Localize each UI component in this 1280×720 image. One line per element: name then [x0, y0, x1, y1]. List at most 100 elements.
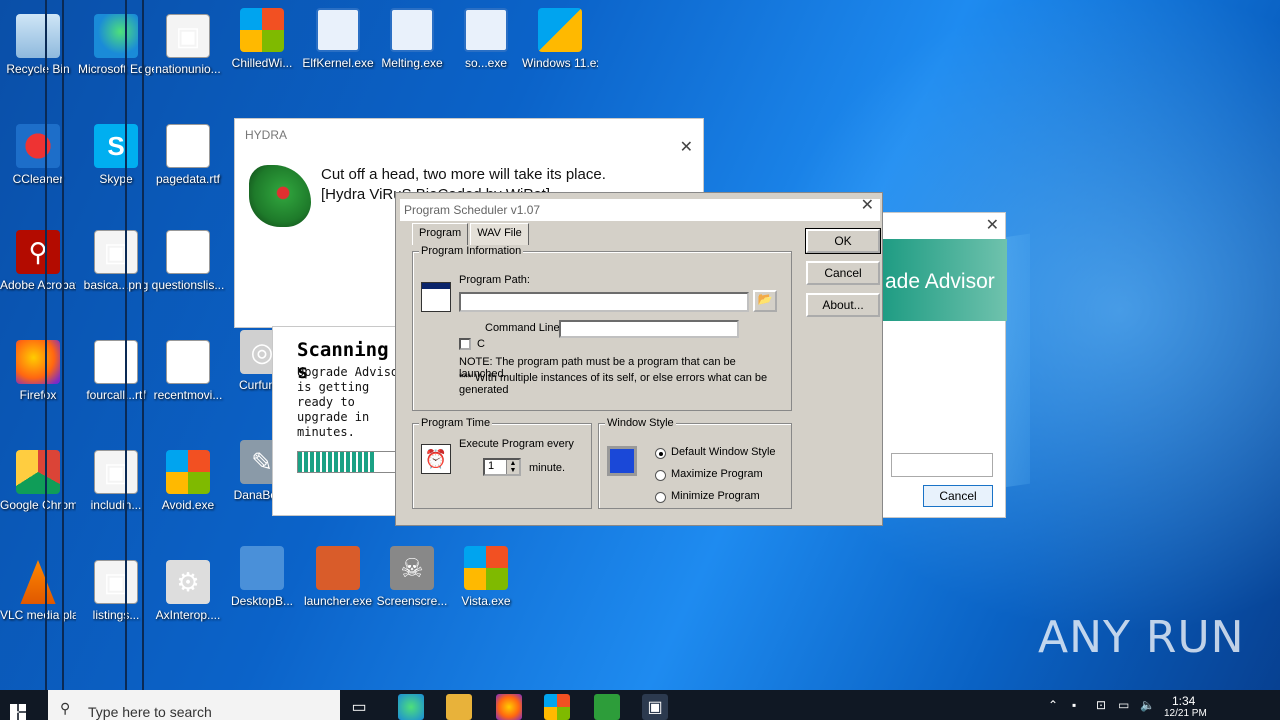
desktop-icon[interactable]: Vista.exe — [448, 546, 524, 608]
display-icon[interactable]: ▭ — [1118, 698, 1129, 712]
desktop-icon[interactable]: Avoid.exe — [150, 450, 226, 512]
tab-wav-file[interactable]: WAV File — [470, 223, 529, 245]
scheduler-taskbar-icon[interactable]: ▣ — [642, 694, 668, 720]
chrome-icon — [16, 450, 60, 494]
desktop-icon[interactable]: ⚲ Adobe Acrobat — [0, 230, 76, 292]
program-path-input[interactable] — [459, 292, 749, 312]
skype-icon: S — [94, 124, 138, 168]
desktop-icon-label: recentmovi... — [153, 388, 223, 402]
hydra-taskbar-icon[interactable] — [594, 694, 620, 720]
folder-icon — [240, 546, 284, 590]
desktop-icon-label: CCleaner — [12, 172, 64, 186]
group-label: Program Information — [419, 245, 524, 257]
desktop-icon[interactable]: Wrecentmovi... — [150, 340, 226, 402]
app-taskbar-icon[interactable] — [544, 694, 570, 720]
desktop-icon-label: so...exe — [464, 56, 508, 70]
close-icon[interactable]: ✕ — [861, 195, 874, 215]
desktop-icon[interactable]: Windows 11.exe — [522, 8, 598, 70]
desktop-icon-label: Screenscre... — [376, 594, 448, 608]
radio-default-window[interactable] — [655, 448, 666, 459]
spinner-arrows-icon[interactable]: ▲ ▼ — [506, 460, 519, 474]
search-icon: ⚲ — [60, 700, 71, 716]
file-explorer-icon[interactable] — [446, 694, 472, 720]
start-windows-icon[interactable] — [10, 704, 26, 720]
radio-label: Minimize Program — [671, 490, 760, 502]
image-file-icon: ▣ — [94, 230, 138, 274]
rocket-icon — [316, 546, 360, 590]
volume-icon[interactable]: 🔈 — [1140, 698, 1155, 712]
dragon-icon — [249, 165, 311, 227]
defender-tray-icon[interactable]: ▪ — [1072, 698, 1076, 712]
word-doc-icon: W — [166, 124, 210, 168]
gear-file-icon: ⚙ — [166, 560, 210, 604]
application-icon — [421, 282, 451, 312]
edge-taskbar-icon[interactable] — [398, 694, 424, 720]
ok-button[interactable]: OK — [805, 228, 881, 254]
desktop-icon[interactable]: Wpagedata.rtf — [150, 124, 226, 186]
firefox-taskbar-icon[interactable] — [496, 694, 522, 720]
desktop-icon[interactable]: Firefox — [0, 340, 76, 402]
browse-folder-button[interactable]: 📂 — [753, 290, 777, 312]
clock-icon: ⏰ — [421, 444, 451, 474]
desktop-icon[interactable]: ElfKernel.exe — [300, 8, 376, 70]
close-icon[interactable]: ✕ — [986, 215, 999, 235]
desktop-icon[interactable]: ChilledWi... — [224, 8, 300, 70]
xp-logo-icon — [464, 546, 508, 590]
desktop-icon[interactable]: Melting.exe — [374, 8, 450, 70]
scanning-window[interactable]: Scanning s Upgrade Advisor is getting re… — [272, 326, 412, 516]
about-button[interactable]: About... — [806, 293, 880, 317]
radio-minimize[interactable] — [655, 492, 666, 503]
glitch-line — [142, 0, 144, 690]
desktop-icon-label: DesktopB... — [230, 594, 294, 608]
chevron-up-icon[interactable]: ⌃ — [1048, 698, 1058, 712]
desktop-icon[interactable]: VLC media player — [0, 560, 76, 622]
clock-date[interactable]: 12/21 PM — [1164, 708, 1207, 719]
desktop-icon-label: pagedata.rtf — [155, 172, 221, 186]
window-style-group: Window Style Default Window Style Maximi… — [598, 417, 792, 509]
search-placeholder: Type here to search — [88, 704, 212, 720]
image-file-icon: ▣ — [94, 560, 138, 604]
network-icon[interactable]: ⊡ — [1096, 698, 1106, 712]
program-info-group: Program Information Program Path: 📂 C Co… — [412, 245, 792, 411]
taskbar: ⚲ Type here to search ▭ ▣ ⌃ ▪ ⊡ ▭ 🔈 1:34… — [0, 690, 1280, 720]
desktop-icon[interactable]: Wquestionslis... — [150, 230, 226, 292]
scheduler-content: Program WAV File Program Information Pro… — [402, 223, 798, 517]
desktop-icon-label: Avoid.exe — [161, 498, 215, 512]
desktop-icon-label: AxInterop.... — [155, 608, 221, 622]
desktop-icon[interactable]: ⚙ AxInterop.... — [150, 560, 226, 622]
desktop-icon-label: Recycle Bin — [6, 62, 70, 76]
desktop-icon[interactable]: launcher.exe — [300, 546, 376, 608]
desktop-icon-label: Adobe Acrobat — [0, 278, 76, 292]
upgrade-advisor-window[interactable]: ✕ ade Advisor Cancel — [882, 212, 1007, 518]
task-view-icon[interactable]: ▭ — [346, 694, 372, 720]
radio-label: Maximize Program — [671, 468, 763, 480]
scan-body: Upgrade Advisor is getting ready to upgr… — [297, 365, 406, 439]
anyrun-watermark: ANY RUN — [1038, 612, 1245, 663]
tab-program[interactable]: Program — [412, 223, 469, 245]
desktop-icon[interactable]: ☠ Screenscre... — [374, 546, 450, 608]
desktop-icon[interactable]: CCleaner — [0, 124, 76, 186]
close-icon[interactable]: ✕ — [680, 137, 693, 157]
recycle-bin-icon — [16, 14, 60, 58]
desktop-icon-label: Firefox — [19, 388, 57, 402]
program-scheduler-window[interactable]: Program Scheduler v1.07 ✕ Program WAV Fi… — [395, 192, 883, 526]
desktop-icon[interactable]: Google Chrome — [0, 450, 76, 512]
command-line-checkbox[interactable] — [459, 338, 471, 350]
desktop-icon[interactable]: ▣ nationunio... — [150, 14, 226, 76]
radio-maximize[interactable] — [655, 470, 666, 481]
cancel-button[interactable]: Cancel — [806, 261, 880, 285]
desktop-icon[interactable]: DesktopB... — [224, 546, 300, 608]
desktop-icon[interactable]: Recycle Bin — [0, 14, 76, 76]
desktop-icon[interactable]: so...exe — [448, 8, 524, 70]
desktop-icon-label: questionslis... — [151, 278, 225, 292]
ccleaner-icon — [16, 124, 60, 168]
exe-icon — [316, 8, 360, 52]
clock-time[interactable]: 1:34 — [1172, 694, 1195, 708]
interval-spinner[interactable]: 1 ▲ ▼ — [483, 458, 521, 476]
glitch-line — [62, 0, 64, 690]
search-box[interactable]: ⚲ Type here to search — [48, 690, 340, 720]
minute-label: minute. — [529, 462, 566, 474]
upgrade-cancel-button[interactable]: Cancel — [923, 485, 993, 507]
hydra-message-line1: Cut off a head, two more will take its p… — [321, 166, 606, 183]
command-line-input[interactable] — [559, 320, 739, 338]
